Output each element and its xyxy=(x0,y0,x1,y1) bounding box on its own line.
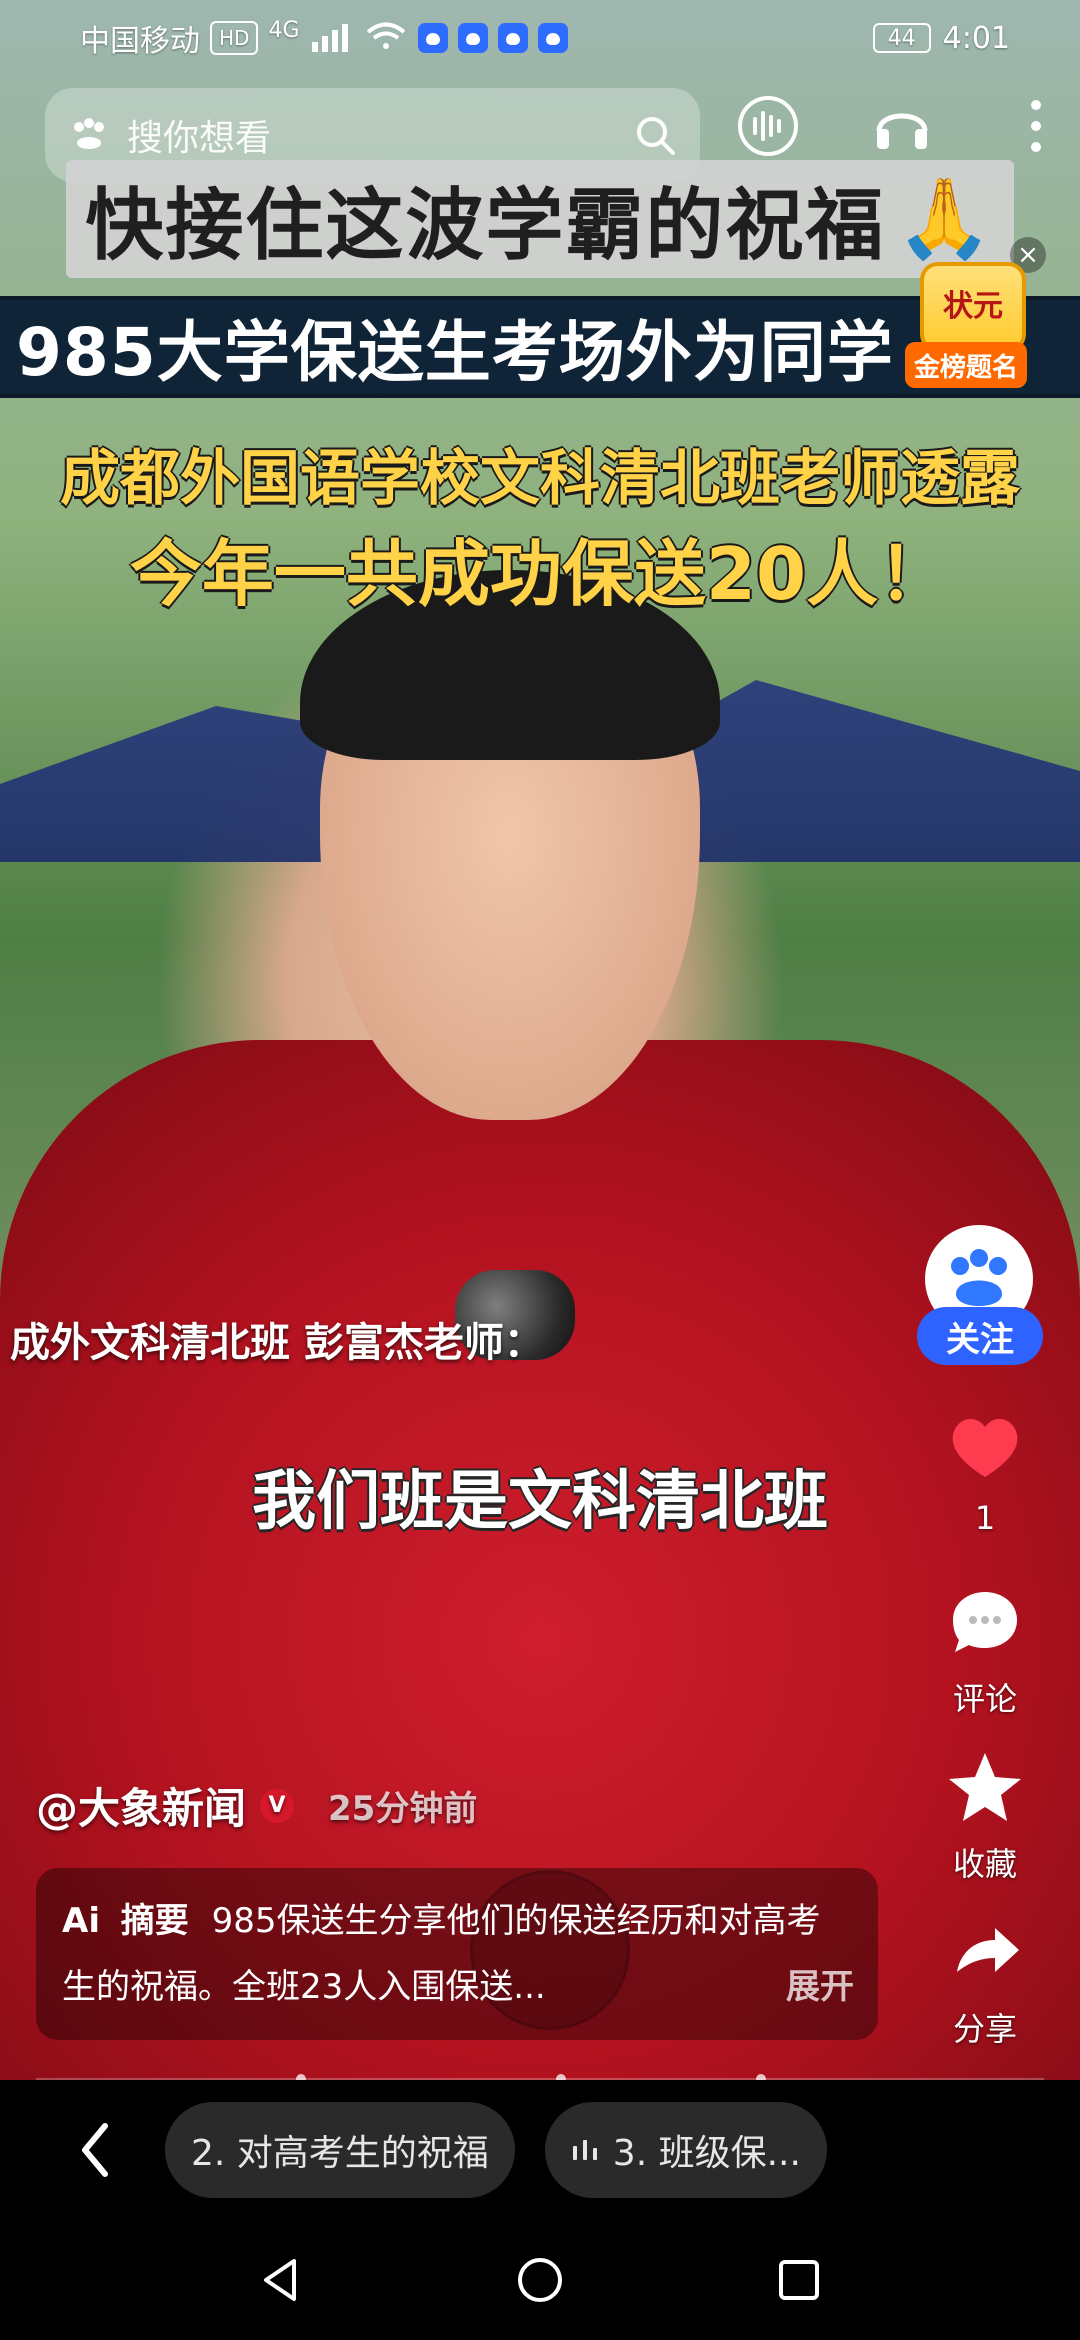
expand-button[interactable]: 展开 xyxy=(786,1954,854,2020)
status-left: 中国移动 HD 4G xyxy=(80,16,568,60)
badge-ribbon[interactable]: 金榜题名 xyxy=(905,342,1027,388)
more-options-icon[interactable] xyxy=(1003,93,1069,159)
chapter-chip[interactable]: 3. 班级保... xyxy=(544,2102,827,2198)
ai-label: Ai xyxy=(62,1901,100,1941)
verified-icon: V xyxy=(260,1788,295,1823)
headline-line-2: 今年一共成功保送20人！ xyxy=(129,532,951,616)
follow-button[interactable]: 关注 xyxy=(917,1307,1043,1365)
nav-home-icon[interactable] xyxy=(513,2253,567,2307)
status-right: 44 4:01 xyxy=(872,20,1010,56)
chapter-bar: 2. 对高考生的祝福 3. 班级保... xyxy=(0,2080,1080,2220)
badge-bottom-text: 金榜题名 xyxy=(913,352,1018,383)
search-icon[interactable] xyxy=(632,112,678,158)
video-title-text: 快接住这波学霸的祝福 xyxy=(85,181,886,271)
share-icon[interactable] xyxy=(943,1910,1027,1994)
wifi-icon xyxy=(366,22,405,49)
network-text: 4G xyxy=(268,17,300,43)
playing-bars-icon xyxy=(572,2140,597,2160)
badge-scroll[interactable]: 状元 xyxy=(920,262,1026,352)
author-row[interactable]: @大象新闻 V 25分钟前 xyxy=(36,1775,477,1836)
top-actions xyxy=(735,93,1069,159)
share-label: 分享 xyxy=(952,2010,1017,2048)
signal-icon xyxy=(311,24,348,52)
nav-recents-icon[interactable] xyxy=(772,2253,826,2307)
search-placeholder[interactable]: 搜你想看 xyxy=(127,109,632,161)
baidu-paw-icon xyxy=(537,23,568,53)
comment-icon[interactable] xyxy=(943,1580,1027,1664)
favorite-action[interactable]: 收藏 xyxy=(915,1745,1055,1885)
author-name[interactable]: @大象新闻 xyxy=(36,1775,246,1836)
comment-label: 评论 xyxy=(952,1680,1017,1718)
ai-summary-card[interactable]: Ai 摘要 985保送生分享他们的保送经历和对高考生的祝福。全班23人入围保送.… xyxy=(36,1868,878,2040)
post-time: 25分钟前 xyxy=(328,1789,478,1829)
summary-tag: 摘要 xyxy=(120,1901,189,1941)
video-subtitle-text: 985大学保送生考场外为同学 xyxy=(16,314,894,391)
baidu-paw-icon xyxy=(457,23,488,53)
baidu-paw-icon xyxy=(74,118,104,149)
comment-action[interactable]: 评论 xyxy=(915,1580,1055,1720)
hd-badge: HD xyxy=(210,21,259,55)
chevron-left-icon[interactable] xyxy=(75,2120,115,2180)
speaker-label: 成外文科清北班 彭富杰老师： xyxy=(10,1320,544,1366)
pray-hands-icon: 🙏 xyxy=(895,173,995,264)
heart-icon[interactable] xyxy=(943,1405,1027,1489)
battery-icon: 44 xyxy=(872,23,931,53)
headphones-icon[interactable] xyxy=(869,93,935,159)
baidu-paw-icon xyxy=(417,23,448,53)
chapter-label: 3. 班级保... xyxy=(612,2133,801,2174)
share-action[interactable]: 分享 xyxy=(915,1910,1055,2050)
like-count: 1 xyxy=(974,1499,996,1537)
badge-top-text: 状元 xyxy=(943,289,1003,324)
nav-back-icon[interactable] xyxy=(254,2253,308,2307)
like-action[interactable]: 1 xyxy=(915,1405,1055,1537)
status-bar: 中国移动 HD 4G 44 4:01 xyxy=(0,0,1080,76)
favorite-label: 收藏 xyxy=(952,1845,1017,1883)
chapter-label: 2. 对高考生的祝福 xyxy=(191,2133,489,2174)
audio-wave-icon[interactable] xyxy=(735,93,801,159)
back-button[interactable] xyxy=(55,2110,135,2190)
carrier-text: 中国移动 xyxy=(80,24,200,59)
time-text: 4:01 xyxy=(942,20,1010,56)
video-title-band: 快接住这波学霸的祝福 🙏 xyxy=(66,160,1014,278)
star-icon[interactable] xyxy=(943,1745,1027,1829)
system-nav-bar xyxy=(0,2220,1080,2340)
chapter-chip[interactable]: 2. 对高考生的祝福 xyxy=(165,2102,515,2198)
baidu-paw-icon xyxy=(497,23,528,53)
headline-line-1: 成都外国语学校文科清北班老师透露 xyxy=(60,444,1020,514)
